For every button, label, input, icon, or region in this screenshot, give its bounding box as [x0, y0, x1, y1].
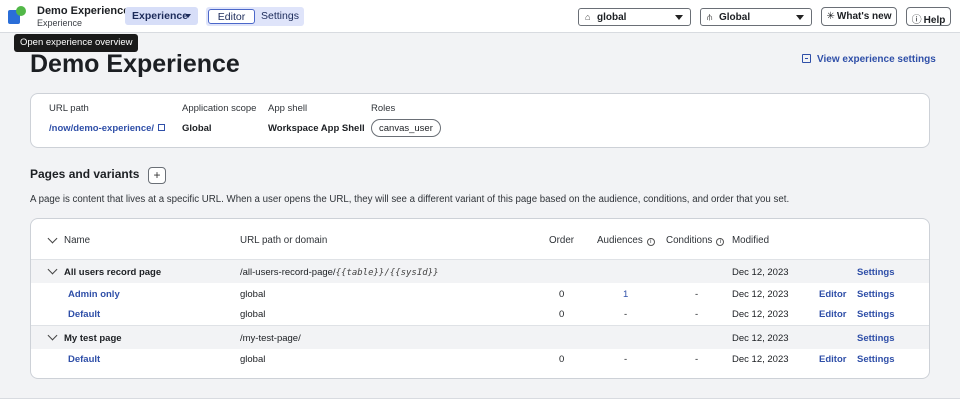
variant-url: global [240, 309, 266, 320]
experience-menu-button[interactable]: Experience [125, 7, 198, 25]
application-select-value: Global [719, 12, 751, 23]
variant-conditions: - [695, 309, 699, 320]
page-modified: Dec 12, 2023 [732, 267, 789, 278]
variant-name-link[interactable]: Admin only [68, 289, 120, 300]
caret-down-icon [796, 15, 804, 20]
variant-modified: Dec 12, 2023 [732, 354, 789, 365]
whats-new-label: What's new [836, 11, 892, 22]
scope-select[interactable]: ⌂ global [578, 8, 691, 26]
variant-name-link[interactable]: Default [68, 354, 100, 365]
help-label: Help [923, 15, 946, 26]
add-page-button[interactable]: + [148, 167, 166, 184]
variant-modified: Dec 12, 2023 [732, 309, 789, 320]
help-button[interactable]: ⓘ Help [906, 7, 951, 26]
column-header-order: Order [549, 235, 575, 246]
experience-logo-icon[interactable] [8, 6, 28, 26]
settings-tab[interactable]: Settings [261, 10, 299, 22]
page-name: My test page [64, 333, 122, 344]
page-url: /my-test-page/ [240, 333, 301, 344]
page-group-row: My test page /my-test-page/ Dec 12, 2023… [31, 325, 929, 349]
variant-order: 0 [559, 289, 565, 300]
scope-select-value: global [597, 12, 627, 23]
page-url-params: {{table}}/{{sysId}} [335, 268, 439, 278]
role-pill: canvas_user [371, 119, 441, 137]
audiences-header-label: Audiences [597, 235, 643, 246]
url-path-link[interactable]: /now/demo-experience/ [49, 123, 166, 134]
variant-order: 0 [559, 309, 565, 320]
variant-order: 0 [559, 354, 565, 365]
caret-down-icon [675, 15, 683, 20]
external-link-icon [158, 124, 166, 131]
chevron-down-icon[interactable] [47, 264, 58, 275]
page-settings-link[interactable]: Settings [857, 333, 894, 344]
lock-icon: ⌂ [585, 12, 591, 22]
app-subtitle: Experience [37, 18, 83, 28]
variant-url: global [240, 354, 266, 365]
page-url: /all-users-record-page/{{table}}/{{sysId… [240, 267, 439, 278]
variant-audiences: - [624, 354, 628, 365]
variant-audiences[interactable]: 1 [623, 289, 628, 300]
caret-down-icon [185, 14, 191, 18]
application-scope-value: Global [182, 123, 212, 134]
application-select[interactable]: ⫛ Global [700, 8, 812, 26]
roles-label: Roles [371, 103, 396, 114]
whats-new-button[interactable]: ✳ What's new [821, 7, 897, 26]
page-modified: Dec 12, 2023 [732, 333, 789, 344]
variant-editor-link[interactable]: Editor [819, 354, 846, 365]
variant-editor-link[interactable]: Editor [819, 289, 846, 300]
page-group-row: All users record page /all-users-record-… [31, 259, 929, 283]
column-header-audiences: Audiences i [597, 235, 655, 246]
pages-description: A page is content that lives at a specif… [30, 194, 790, 205]
page-settings-link[interactable]: Settings [857, 267, 894, 278]
panel-icon [802, 54, 811, 63]
plus-icon: + [153, 168, 161, 182]
variant-conditions: - [695, 354, 699, 365]
editor-tab[interactable]: Editor [208, 9, 255, 24]
collapse-all-chevron-icon[interactable] [47, 233, 58, 244]
help-icon: ⓘ [911, 15, 922, 26]
hierarchy-icon: ⫛ [707, 12, 713, 22]
variant-settings-link[interactable]: Settings [857, 354, 894, 365]
variant-settings-link[interactable]: Settings [857, 289, 894, 300]
application-scope-label: Application scope [182, 103, 257, 114]
pages-section-title: Pages and variants [30, 167, 140, 181]
column-header-name: Name [64, 235, 91, 246]
experience-info-card: URL path /now/demo-experience/ Applicati… [30, 93, 930, 148]
experience-menu-label: Experience [132, 10, 189, 22]
info-icon[interactable]: i [716, 238, 725, 246]
sparkle-icon: ✳ [826, 11, 835, 22]
variant-audiences: - [624, 309, 628, 320]
tooltip: Open experience overview [14, 34, 138, 52]
info-icon[interactable]: i [646, 238, 655, 246]
url-path-label: URL path [49, 103, 89, 114]
variant-editor-link[interactable]: Editor [819, 309, 846, 320]
variant-conditions: - [695, 289, 699, 300]
url-path-value: /now/demo-experience/ [49, 123, 155, 134]
chevron-down-icon[interactable] [47, 330, 58, 341]
page-url-prefix: /all-users-record-page/ [240, 267, 336, 278]
column-header-modified: Modified [732, 235, 770, 246]
column-header-conditions: Conditions i [666, 235, 725, 246]
view-experience-settings-link[interactable]: View experience settings [802, 54, 936, 65]
variant-settings-link[interactable]: Settings [857, 309, 894, 320]
view-settings-label: View experience settings [817, 54, 936, 65]
mode-switcher: Editor Settings [206, 7, 304, 26]
page-title: Demo Experience [30, 50, 240, 78]
top-bar: Demo Experience Experience Experience Ed… [0, 0, 960, 33]
variant-name-link[interactable]: Default [68, 309, 100, 320]
pages-table: Name URL path or domain Order Audiences i… [30, 218, 930, 379]
conditions-header-label: Conditions [666, 235, 713, 246]
page-name: All users record page [64, 267, 162, 278]
column-header-url: URL path or domain [240, 235, 328, 246]
app-title: Demo Experience [37, 5, 130, 17]
bottom-bar [0, 398, 960, 410]
variant-modified: Dec 12, 2023 [732, 289, 789, 300]
variant-url: global [240, 289, 266, 300]
app-shell-value: Workspace App Shell [268, 123, 365, 134]
app-shell-label: App shell [268, 103, 308, 114]
